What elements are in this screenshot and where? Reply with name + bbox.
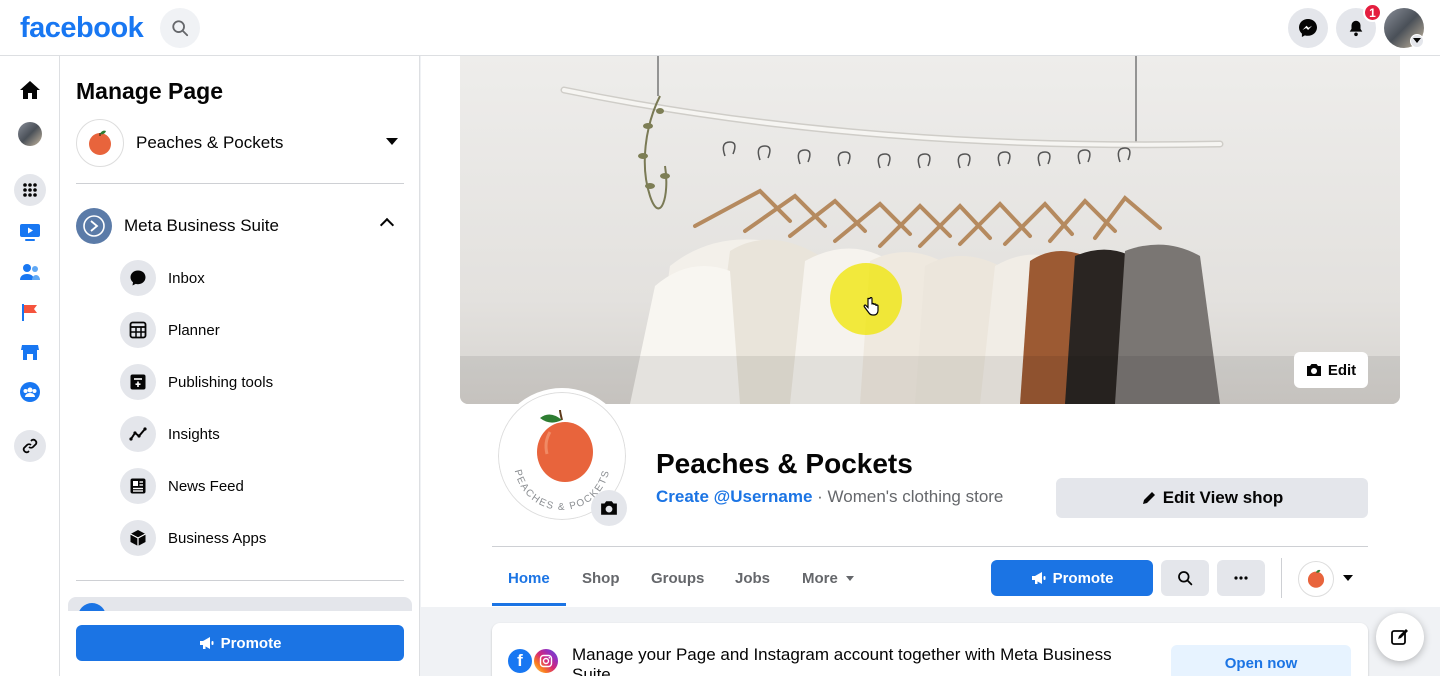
friends-icon[interactable] bbox=[14, 256, 46, 288]
hand-cursor-icon bbox=[863, 297, 879, 316]
cursor-highlight bbox=[830, 263, 902, 335]
left-rail bbox=[0, 56, 60, 676]
promote-button[interactable]: Promote bbox=[991, 560, 1153, 596]
notice-text: Manage your Page and Instagram account t… bbox=[572, 645, 1112, 676]
pencil-icon bbox=[1142, 492, 1155, 504]
instagram-icon bbox=[532, 647, 560, 675]
notification-count-badge: 1 bbox=[1363, 3, 1382, 22]
camera-icon bbox=[601, 501, 617, 515]
page-title: Peaches & Pockets bbox=[656, 448, 913, 479]
promote-label: Promote bbox=[220, 634, 282, 652]
active-tab-underline bbox=[492, 603, 566, 606]
edit-view-shop-label: Edit View shop bbox=[1162, 488, 1284, 507]
groups-icon[interactable] bbox=[14, 376, 46, 408]
publishing-tools-icon bbox=[120, 364, 156, 400]
business-suite-notice: f Manage your Page and Instagram account… bbox=[492, 623, 1368, 676]
tab-jobs[interactable]: Jobs bbox=[735, 558, 770, 598]
divider bbox=[76, 580, 404, 581]
edit-cover-button[interactable]: Edit bbox=[1294, 352, 1368, 388]
manage-page-panel: Manage Page Peaches & Pockets Meta Busin… bbox=[60, 56, 420, 676]
chat-bubble-icon bbox=[120, 260, 156, 296]
cube-icon bbox=[120, 520, 156, 556]
megaphone-icon bbox=[1031, 572, 1046, 584]
sidebar-item-label: Business Apps bbox=[168, 529, 267, 547]
search-button[interactable] bbox=[160, 8, 200, 48]
promote-label: Promote bbox=[1052, 569, 1114, 587]
promote-button[interactable]: Promote bbox=[76, 625, 404, 661]
home-icon[interactable] bbox=[14, 74, 46, 106]
megaphone-icon bbox=[199, 637, 214, 649]
facebook-logo[interactable]: facebook bbox=[20, 12, 144, 45]
create-username-link[interactable]: Create @Username bbox=[656, 487, 812, 506]
calendar-grid-icon bbox=[120, 312, 156, 348]
open-now-button[interactable]: Open now bbox=[1171, 645, 1351, 676]
caret-down-icon bbox=[386, 138, 398, 145]
page-subtitle: Create @Username · Women's clothing stor… bbox=[656, 487, 1003, 507]
new-message-button[interactable] bbox=[1376, 613, 1424, 661]
tab-groups[interactable]: Groups bbox=[651, 558, 704, 598]
bell-icon bbox=[1349, 20, 1363, 37]
tab-more[interactable]: More bbox=[802, 558, 854, 598]
page-search-button[interactable] bbox=[1161, 560, 1209, 596]
sidebar-item-publishing-tools[interactable]: Publishing tools bbox=[120, 362, 404, 402]
meta-business-suite-section[interactable]: Meta Business Suite bbox=[76, 206, 404, 246]
page-switcher-avatar[interactable] bbox=[1298, 561, 1334, 597]
camera-icon bbox=[1306, 364, 1321, 376]
watch-icon[interactable] bbox=[14, 216, 46, 248]
top-bar: facebook 1 bbox=[0, 0, 1440, 56]
link-icon[interactable] bbox=[14, 430, 46, 462]
next-section-peek bbox=[68, 597, 412, 611]
caret-down-icon[interactable] bbox=[1343, 575, 1353, 581]
facebook-icon: f bbox=[506, 647, 534, 675]
compose-icon bbox=[1391, 629, 1408, 645]
messenger-button[interactable] bbox=[1288, 8, 1328, 48]
sidebar-item-news-feed[interactable]: News Feed bbox=[120, 466, 404, 506]
more-options-button[interactable] bbox=[1217, 560, 1265, 596]
sidebar-item-label: Inbox bbox=[168, 269, 205, 287]
meta-business-suite-label: Meta Business Suite bbox=[124, 216, 279, 235]
account-chevron-down-icon[interactable] bbox=[1410, 34, 1424, 48]
page-category: Women's clothing store bbox=[827, 487, 1004, 506]
sidebar-item-planner[interactable]: Planner bbox=[120, 310, 404, 350]
news-feed-icon bbox=[120, 468, 156, 504]
sidebar-item-label: News Feed bbox=[168, 477, 244, 495]
sidebar-item-label: Insights bbox=[168, 425, 220, 443]
tabs-divider bbox=[492, 546, 1368, 547]
divider bbox=[76, 183, 404, 184]
page-selector-name: Peaches & Pockets bbox=[136, 133, 284, 152]
chevron-up-icon bbox=[379, 217, 395, 233]
notifications-button[interactable]: 1 bbox=[1336, 3, 1382, 48]
sidebar-item-label: Planner bbox=[168, 321, 220, 339]
cover-photo[interactable] bbox=[460, 56, 1400, 404]
update-profile-picture-button[interactable] bbox=[591, 490, 627, 526]
sidebar-item-insights[interactable]: Insights bbox=[120, 414, 404, 454]
tab-more-label: More bbox=[802, 569, 838, 587]
page-logo bbox=[76, 119, 124, 167]
messenger-icon bbox=[1299, 19, 1317, 37]
edit-cover-label: Edit bbox=[1327, 361, 1357, 379]
vertical-separator bbox=[1281, 558, 1282, 598]
pages-flag-icon[interactable] bbox=[14, 296, 46, 328]
edit-view-shop-button[interactable]: Edit View shop bbox=[1056, 478, 1368, 518]
ellipsis-icon bbox=[1234, 576, 1248, 580]
marketplace-icon[interactable] bbox=[14, 336, 46, 368]
separator: · bbox=[812, 487, 828, 506]
clothing-rack-illustration bbox=[460, 56, 1400, 404]
panel-title: Manage Page bbox=[76, 78, 223, 104]
sidebar-item-business-apps[interactable]: Business Apps bbox=[120, 518, 404, 558]
page-selector[interactable]: Peaches & Pockets bbox=[76, 118, 404, 168]
meta-business-suite-icon bbox=[76, 208, 112, 244]
tab-shop[interactable]: Shop bbox=[582, 558, 620, 598]
menu-grid-icon[interactable] bbox=[14, 174, 46, 206]
caret-down-icon bbox=[845, 575, 854, 581]
sidebar-item-label: Publishing tools bbox=[168, 373, 274, 391]
search-icon bbox=[172, 20, 189, 37]
sidebar-item-inbox[interactable]: Inbox bbox=[120, 258, 404, 298]
tab-home[interactable]: Home bbox=[508, 558, 550, 598]
profile-avatar[interactable] bbox=[14, 118, 46, 150]
insights-chart-icon bbox=[120, 416, 156, 452]
search-icon bbox=[1178, 571, 1193, 586]
